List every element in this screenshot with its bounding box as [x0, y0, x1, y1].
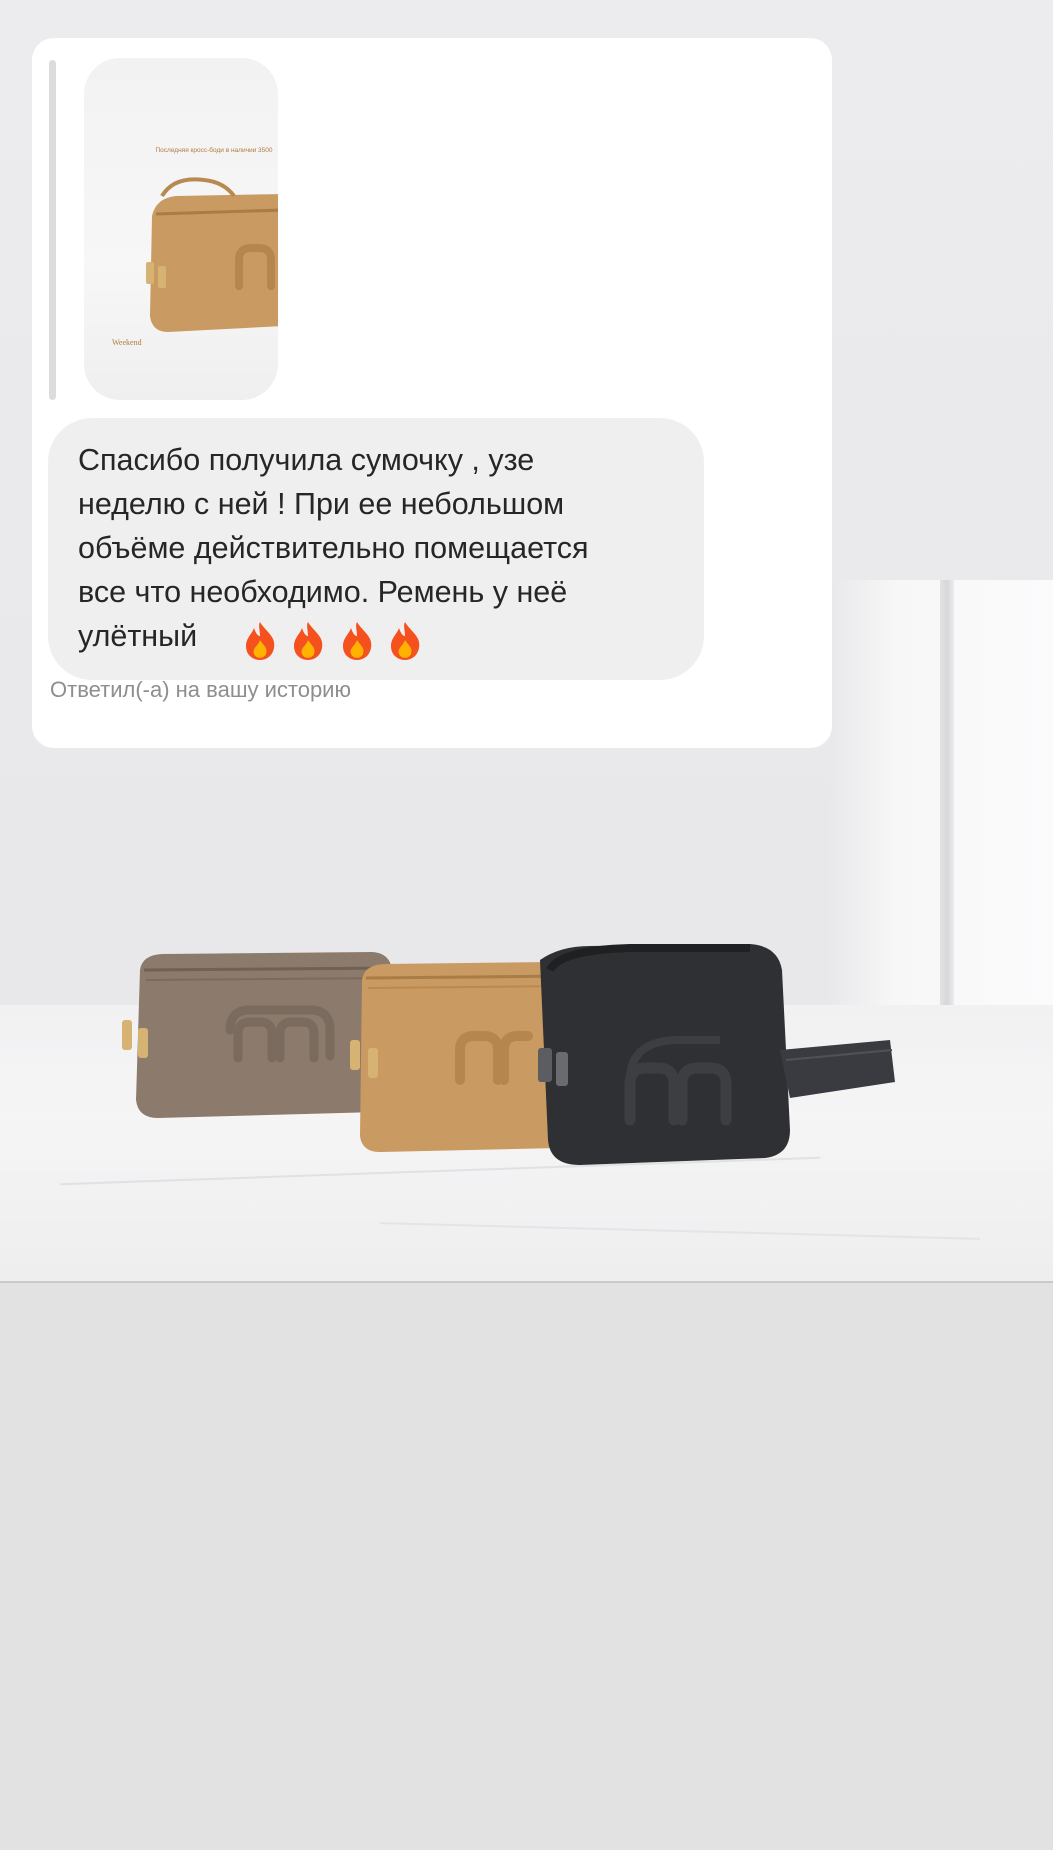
counter-edge [0, 1281, 1053, 1283]
story-reply-card[interactable]: Последняя кросс-боди в наличии 3500 Week… [32, 38, 832, 748]
black-bag [538, 944, 895, 1165]
emoji-row [238, 620, 427, 660]
story-thumbnail[interactable]: Последняя кросс-боди в наличии 3500 Week… [84, 58, 278, 400]
fire-icon [342, 622, 372, 660]
bags-photo [122, 944, 895, 1165]
taupe-bag [122, 952, 398, 1118]
message-bubble[interactable]: Спасибо получила сумочку , узе неделю с … [48, 418, 704, 680]
fire-icon [246, 622, 275, 660]
quote-bar [49, 60, 56, 400]
thumbnail-caption: Последняя кросс-боди в наличии 3500 [155, 147, 273, 154]
reply-status-label: Ответил(-а) на вашу историю [50, 677, 351, 702]
thumbnail-bag-image [146, 177, 278, 332]
thumbnail-brand: Weekend [112, 338, 142, 347]
fire-icon [294, 622, 323, 660]
wall-corner [940, 580, 954, 1040]
fire-icon [391, 622, 420, 660]
